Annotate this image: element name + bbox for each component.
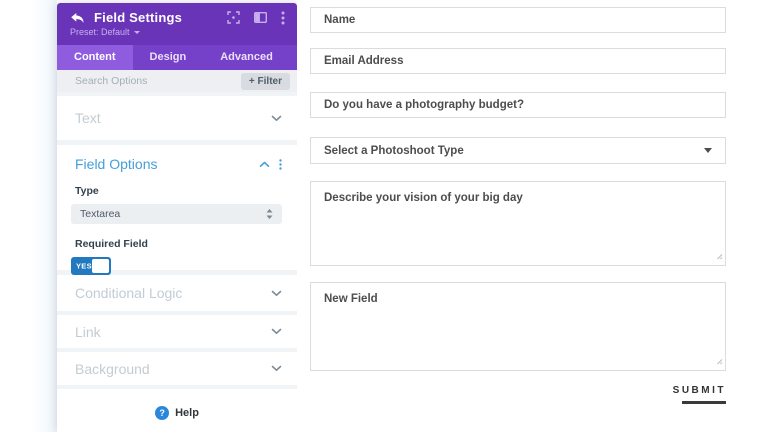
expand-icon[interactable] xyxy=(227,11,240,24)
submit-label: SUBMIT xyxy=(673,385,726,396)
page-gutter xyxy=(0,0,57,432)
section-link: Link xyxy=(57,315,297,348)
contact-form-preview: Select a Photoshoot Type Describe your v… xyxy=(297,0,768,432)
vision-textarea[interactable]: Describe your vision of your big day xyxy=(311,182,725,265)
type-dropdown-value: Textarea xyxy=(80,208,120,220)
modal-title: Field Settings xyxy=(94,10,182,25)
resize-handle-icon[interactable] xyxy=(715,356,723,368)
chevron-down-icon xyxy=(271,328,282,335)
submit-button[interactable]: SUBMIT xyxy=(673,385,726,404)
modal-header: Field Settings xyxy=(57,3,297,45)
chevron-down-icon xyxy=(271,365,282,372)
split-columns-icon[interactable] xyxy=(254,12,267,23)
divi-builder-screen: Field Settings xyxy=(0,0,768,432)
form-field-name xyxy=(310,7,726,33)
search-input[interactable] xyxy=(75,75,241,87)
updown-arrows-icon xyxy=(265,208,274,220)
tab-advanced[interactable]: Advanced xyxy=(203,45,290,70)
back-icon[interactable] xyxy=(70,12,85,24)
budget-input[interactable] xyxy=(311,93,725,117)
name-input[interactable] xyxy=(311,8,725,32)
section-conditional-logic-toggle[interactable]: Conditional Logic xyxy=(57,275,297,311)
modal-tabs: Content Design Advanced xyxy=(57,45,297,70)
section-text-toggle[interactable]: Text xyxy=(57,96,297,140)
field-options-label: Field Options xyxy=(75,156,157,172)
section-background: Background xyxy=(57,352,297,385)
section-text: Text xyxy=(57,96,297,140)
preset-label: Preset: Default xyxy=(70,27,130,37)
chevron-up-icon[interactable] xyxy=(259,161,270,168)
section-text-label: Text xyxy=(75,110,101,126)
preset-selector[interactable]: Preset: Default xyxy=(70,27,285,37)
section-field-options: Field Options Type Textarea xyxy=(57,145,297,270)
field-settings-modal: Field Settings xyxy=(57,3,297,432)
chevron-down-icon xyxy=(271,115,282,122)
section-conditional-logic: Conditional Logic xyxy=(57,275,297,311)
preset-caret-icon xyxy=(134,31,140,34)
section-background-label: Background xyxy=(75,361,150,377)
chevron-down-icon xyxy=(271,290,282,297)
photoshoot-type-value: Select a Photoshoot Type xyxy=(324,145,464,157)
toggle-yes-label: YES xyxy=(76,262,92,271)
required-field-toggle[interactable]: YES xyxy=(71,257,111,275)
section-options-icon[interactable] xyxy=(279,159,282,170)
modal-content: Text Field Options xyxy=(57,92,297,432)
photoshoot-type-select[interactable]: Select a Photoshoot Type xyxy=(310,137,726,164)
form-field-vision: Describe your vision of your big day xyxy=(310,181,726,266)
help-label: Help xyxy=(175,407,199,419)
tab-design[interactable]: Design xyxy=(133,45,204,70)
filter-button[interactable]: + Filter xyxy=(241,73,290,90)
help-icon: ? xyxy=(155,406,169,420)
search-bar: + Filter xyxy=(57,70,297,92)
form-field-new: New Field xyxy=(310,282,726,371)
resize-handle-icon[interactable] xyxy=(715,251,723,263)
section-link-toggle[interactable]: Link xyxy=(57,315,297,348)
form-field-budget xyxy=(310,92,726,118)
section-conditional-logic-label: Conditional Logic xyxy=(75,285,182,301)
section-background-toggle[interactable]: Background xyxy=(57,352,297,385)
type-dropdown[interactable]: Textarea xyxy=(71,204,282,224)
submit-underline xyxy=(682,401,726,404)
form-field-email xyxy=(310,48,726,74)
select-caret-icon xyxy=(704,148,712,153)
required-field-label: Required Field xyxy=(75,238,282,250)
new-field-textarea[interactable]: New Field xyxy=(311,283,725,370)
toggle-knob xyxy=(92,259,109,273)
tab-content[interactable]: Content xyxy=(57,45,133,70)
more-options-icon[interactable] xyxy=(281,11,285,25)
section-link-label: Link xyxy=(75,324,101,340)
help-button[interactable]: ? Help xyxy=(57,389,297,432)
email-input[interactable] xyxy=(311,49,725,73)
type-label: Type xyxy=(75,185,282,197)
